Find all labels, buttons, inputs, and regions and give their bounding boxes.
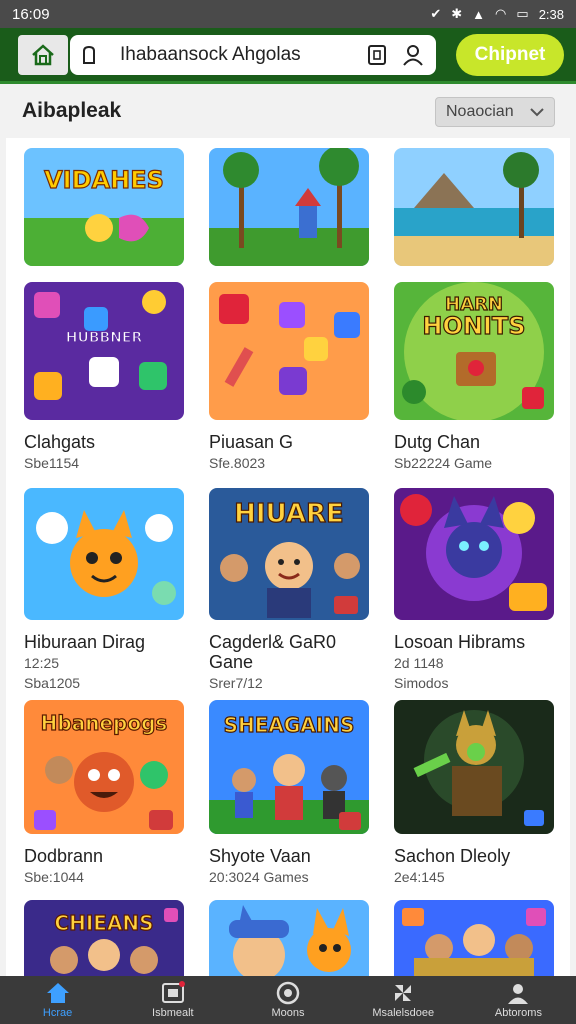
game-card[interactable] [394, 900, 554, 976]
game-thumbnail[interactable]: HUBBNER [24, 282, 184, 420]
nav-item[interactable]: Msalelsdoee [346, 976, 461, 1024]
game-card[interactable]: Losoan Hibrams 2d 1148 Simodos [394, 488, 554, 692]
svg-text:VIDAHES: VIDAHES [44, 166, 164, 194]
status-icons: ✔ ✱ ▲ ◠ ▭ 2:38 [430, 6, 564, 22]
game-card[interactable] [209, 148, 369, 266]
store-icon [160, 981, 186, 1005]
section-title: Aibapleak [22, 99, 122, 122]
svg-text:HUBBNER: HUBBNER [66, 330, 143, 346]
game-thumbnail[interactable] [394, 488, 554, 620]
game-meta: 12:25 [24, 655, 60, 671]
game-meta: Srer7/12 [209, 675, 263, 691]
bluetooth-icon: ✱ [451, 6, 463, 21]
sort-dropdown[interactable]: Noaocian [435, 97, 555, 127]
nav-label: Hcrae [42, 1007, 73, 1019]
search-input[interactable]: Ihabaansock Ahgolas [120, 44, 352, 66]
game-card[interactable]: Sachon Dleoly 2e4:145 [394, 700, 554, 886]
nav-item[interactable]: Abtoroms [461, 976, 576, 1024]
game-card[interactable] [394, 148, 554, 266]
game-meta: Sbe1154 [24, 455, 80, 471]
svg-text:SHEAGAINS: SHEAGAINS [224, 713, 355, 737]
game-thumbnail[interactable]: SHEAGAINS [209, 700, 369, 834]
top-bar: Ihabaansock Ahgolas Chipnet [0, 28, 576, 84]
game-thumbnail[interactable]: CHIEANS [24, 900, 184, 976]
search-field[interactable]: Ihabaansock Ahgolas [70, 35, 436, 75]
nav-label: Abtoroms [494, 1007, 542, 1019]
signal-icon: ▲ [472, 6, 486, 22]
game-title[interactable]: Sachon Dleoly [394, 846, 554, 866]
game-card[interactable]: HARN HONITS Dutg Chan Sb22224 Game [394, 282, 554, 472]
svg-text:Hbanepogs: Hbanepogs [41, 711, 168, 735]
sort-label: Noaocian [446, 103, 514, 120]
bottom-nav: Hcrae Isbmealt Moons Msalelsdoee Abtoroms [0, 976, 576, 1024]
game-thumbnail[interactable] [209, 282, 369, 420]
status-clock: 2:38 [538, 6, 564, 22]
game-title[interactable]: Losoan Hibrams [394, 632, 554, 652]
nav-label: Msalelsdoee [372, 1007, 435, 1019]
game-thumbnail[interactable] [394, 148, 554, 266]
nav-label: Isbmealt [152, 1007, 194, 1019]
game-title[interactable]: Clahgats [24, 432, 184, 452]
game-title[interactable]: Shyote Vaan [209, 846, 369, 866]
game-grid: VIDAHES HUBBNER Clahgats Sbe1154 Piuasan G Sf… [6, 138, 570, 976]
home-button[interactable] [18, 35, 68, 75]
svg-text:HONITS: HONITS [422, 312, 525, 340]
game-thumbnail[interactable]: Hbanepogs [24, 700, 184, 834]
status-bar: 16:09 ✔ ✱ ▲ ◠ ▭ 2:38 [0, 0, 576, 28]
game-thumbnail[interactable]: VIDAHES [24, 148, 184, 266]
game-card[interactable]: VIDAHES [24, 148, 184, 266]
tabs-icon[interactable] [366, 44, 388, 66]
game-thumbnail[interactable] [394, 900, 554, 976]
chevron-down-icon [530, 108, 544, 117]
nav-item[interactable]: Isbmealt [115, 976, 230, 1024]
cta-button[interactable]: Chipnet [456, 34, 564, 76]
game-thumbnail[interactable] [24, 488, 184, 620]
game-title[interactable]: Piuasan G [209, 432, 369, 452]
game-meta: Sfe.8023 [209, 455, 266, 471]
profile-icon[interactable] [402, 44, 424, 66]
game-thumbnail[interactable] [209, 148, 369, 266]
status-time: 16:09 [12, 5, 50, 23]
pinwheel-icon [390, 981, 416, 1005]
game-meta: 20:3024 Games [209, 869, 309, 885]
game-meta: 2d 1148 [394, 655, 444, 671]
game-card[interactable]: Piuasan G Sfe.8023 [209, 282, 369, 472]
section-header: Aibapleak Noaocian [0, 87, 576, 135]
game-card[interactable]: CHIEANS [24, 900, 184, 976]
game-title[interactable]: Dutg Chan [394, 432, 554, 452]
circle-icon [275, 981, 301, 1005]
game-meta: Sbe:1044 [24, 869, 84, 885]
game-card[interactable]: HUBBNER Clahgats Sbe1154 [24, 282, 184, 472]
nav-label: Moons [271, 1007, 305, 1019]
game-meta-secondary: Sba1205 [24, 675, 81, 691]
battery-icon: ▭ [516, 6, 529, 21]
person-icon [505, 981, 531, 1005]
game-card[interactable]: SHEAGAINS Shyote Vaan 20:3024 Games [209, 700, 369, 886]
game-thumbnail[interactable] [394, 700, 554, 834]
home-icon [32, 44, 54, 66]
tag-icon [83, 46, 95, 64]
game-thumbnail[interactable] [209, 900, 369, 976]
game-thumbnail[interactable]: HARN HONITS [394, 282, 554, 420]
game-meta-secondary: Simodos [394, 675, 449, 691]
game-title[interactable]: Hiburaan Dirag [24, 632, 184, 652]
svg-text:CHIEANS: CHIEANS [54, 911, 153, 935]
nav-item[interactable]: Moons [230, 976, 345, 1024]
notification-icon: ✔ [430, 6, 442, 21]
game-meta: Sb22224 Game [394, 455, 493, 471]
nav-item[interactable]: Hcrae [0, 976, 115, 1024]
game-title[interactable]: Dodbrann [24, 846, 184, 866]
game-card[interactable]: Hiburaan Dirag 12:25 Sba1205 [24, 488, 184, 692]
game-thumbnail[interactable]: HIUARE [209, 488, 369, 620]
game-card[interactable]: Hbanepogs Dodbrann Sbe:1044 [24, 700, 184, 886]
game-card[interactable]: HIUARE Cagderl& GaR0 Gane Srer7/12 [209, 488, 369, 692]
home-icon [45, 981, 71, 1005]
game-card[interactable] [209, 900, 369, 976]
svg-text:HIUARE: HIUARE [234, 499, 344, 529]
wifi-icon: ◠ [495, 6, 507, 21]
game-title[interactable]: Cagderl& GaR0 Gane [209, 632, 369, 672]
game-meta: 2e4:145 [394, 869, 445, 885]
